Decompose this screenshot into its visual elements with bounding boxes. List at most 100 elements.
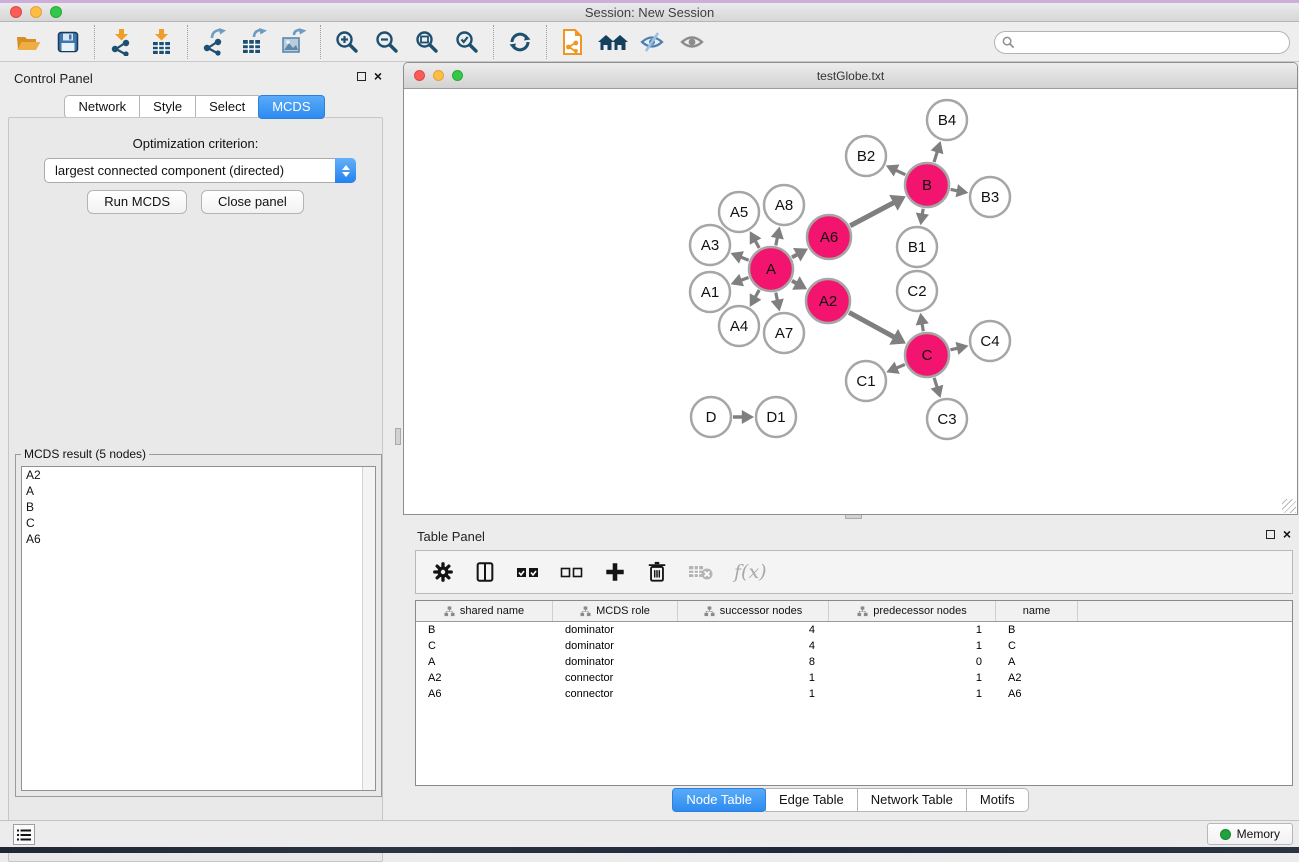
table-row[interactable]: A6connector11A6 bbox=[416, 686, 1292, 702]
graph-node-label: C1 bbox=[856, 373, 875, 390]
table-cell: dominator bbox=[553, 656, 678, 668]
tab-style[interactable]: Style bbox=[139, 95, 196, 119]
graph-node-label: D1 bbox=[766, 409, 785, 426]
table-panel-header: Table Panel × bbox=[403, 520, 1299, 550]
graph-node-label: B4 bbox=[938, 112, 956, 129]
node-table[interactable]: shared nameMCDS rolesuccessor nodesprede… bbox=[415, 600, 1293, 786]
table-cell: A6 bbox=[416, 688, 553, 700]
graph-arrowhead bbox=[771, 299, 784, 312]
unselect-all-columns-button[interactable] bbox=[560, 563, 584, 581]
network-frame-title: testGlobe.txt bbox=[404, 69, 1297, 83]
graph-arrowhead bbox=[771, 227, 784, 240]
criterion-dropdown[interactable]: largest connected component (directed) bbox=[44, 158, 356, 183]
result-item[interactable]: A6 bbox=[22, 531, 375, 547]
tree-icon bbox=[704, 606, 715, 617]
column-header-predecessor-nodes[interactable]: predecessor nodes bbox=[829, 601, 996, 621]
frame-resize-grip[interactable] bbox=[1282, 499, 1296, 513]
open-session-button[interactable] bbox=[8, 25, 48, 59]
show-details-button[interactable] bbox=[673, 25, 713, 59]
zoom-selected-button[interactable] bbox=[447, 25, 487, 59]
close-panel-button[interactable]: Close panel bbox=[201, 190, 304, 214]
tab-select[interactable]: Select bbox=[195, 95, 259, 119]
table-row[interactable]: Adominator80A bbox=[416, 654, 1292, 670]
graph-arrowhead bbox=[931, 385, 944, 398]
vertical-splitter-handle[interactable] bbox=[395, 428, 401, 445]
import-table-button[interactable] bbox=[141, 25, 181, 59]
graph-node-label: C3 bbox=[937, 411, 956, 428]
create-column-button[interactable] bbox=[604, 561, 626, 583]
home-button[interactable] bbox=[593, 25, 633, 59]
network-canvas[interactable]: B4B2BB3A8A5A6A3B1AA1C2A2A4A7C4CC1C3DD1 bbox=[404, 89, 1297, 514]
table-row[interactable]: A2connector11A2 bbox=[416, 670, 1292, 686]
result-item[interactable]: A2 bbox=[22, 467, 375, 483]
search-input[interactable] bbox=[1020, 36, 1289, 50]
network-graph[interactable]: B4B2BB3A8A5A6A3B1AA1C2A2A4A7C4CC1C3DD1 bbox=[404, 89, 1297, 514]
export-image-icon bbox=[280, 28, 308, 56]
export-table-icon bbox=[240, 28, 268, 56]
result-item[interactable]: C bbox=[22, 515, 375, 531]
table-settings-button[interactable] bbox=[432, 561, 454, 583]
select-all-columns-button[interactable] bbox=[516, 563, 540, 581]
hide-details-button[interactable] bbox=[633, 25, 673, 59]
save-session-button[interactable] bbox=[48, 25, 88, 59]
result-item[interactable]: A bbox=[22, 483, 375, 499]
close-panel-icon[interactable]: × bbox=[1283, 530, 1291, 539]
graph-arrowhead bbox=[931, 141, 944, 154]
delete-table-icon bbox=[688, 562, 714, 582]
memory-button[interactable]: Memory bbox=[1207, 823, 1293, 845]
export-network-icon bbox=[200, 28, 228, 56]
show-columns-button[interactable] bbox=[474, 561, 496, 583]
zoom-out-button[interactable] bbox=[367, 25, 407, 59]
export-network-button[interactable] bbox=[194, 25, 234, 59]
result-item[interactable]: B bbox=[22, 499, 375, 515]
tab-network[interactable]: Network bbox=[64, 95, 140, 119]
control-panel: Control Panel × NetworkStyleSelectMCDS O… bbox=[0, 62, 390, 810]
graph-edge-A6-B[interactable] bbox=[850, 202, 895, 226]
table-row[interactable]: Cdominator41C bbox=[416, 638, 1292, 654]
column-header-MCDS-role[interactable]: MCDS role bbox=[553, 601, 678, 621]
graph-arrowhead bbox=[916, 213, 929, 226]
table-cell: A6 bbox=[996, 688, 1078, 700]
export-image-button[interactable] bbox=[274, 25, 314, 59]
table-cell: 1 bbox=[678, 672, 829, 684]
import-network-button[interactable] bbox=[101, 25, 141, 59]
tab-network-table[interactable]: Network Table bbox=[857, 788, 967, 812]
mcds-result-list[interactable]: A2ABCA6 bbox=[21, 466, 376, 791]
tree-icon bbox=[857, 606, 868, 617]
column-header-name[interactable]: name bbox=[996, 601, 1078, 621]
column-header-successor-nodes[interactable]: successor nodes bbox=[678, 601, 829, 621]
new-network-from-file-button[interactable] bbox=[553, 25, 593, 59]
home-icon bbox=[597, 30, 629, 54]
tab-mcds[interactable]: MCDS bbox=[258, 95, 324, 119]
refresh-layout-button[interactable] bbox=[500, 25, 540, 59]
network-frame-titlebar[interactable]: testGlobe.txt bbox=[404, 63, 1297, 89]
control-panel-title: Control Panel bbox=[14, 71, 93, 86]
zoom-in-button[interactable] bbox=[327, 25, 367, 59]
graph-node-label: B2 bbox=[857, 148, 875, 165]
graph-arrowhead bbox=[956, 184, 969, 197]
table-row[interactable]: Bdominator41B bbox=[416, 622, 1292, 638]
run-mcds-button[interactable]: Run MCDS bbox=[87, 190, 187, 214]
export-table-button[interactable] bbox=[234, 25, 274, 59]
close-panel-icon[interactable]: × bbox=[374, 72, 382, 81]
search-field[interactable] bbox=[994, 31, 1290, 54]
delete-column-button[interactable] bbox=[646, 560, 668, 584]
column-header-shared-name[interactable]: shared name bbox=[416, 601, 553, 621]
graph-node-label: D bbox=[706, 409, 717, 426]
graph-node-label: A1 bbox=[701, 284, 719, 301]
tab-motifs[interactable]: Motifs bbox=[966, 788, 1029, 812]
zoom-fit-button[interactable] bbox=[407, 25, 447, 59]
function-builder-button: f(x) bbox=[734, 561, 767, 583]
graph-node-label: B3 bbox=[981, 189, 999, 206]
float-panel-icon[interactable] bbox=[1266, 530, 1275, 539]
graph-edge-A2-C[interactable] bbox=[849, 312, 895, 337]
zoom-fit-icon bbox=[414, 29, 440, 55]
table-panel-title: Table Panel bbox=[417, 529, 485, 544]
columns-icon bbox=[474, 561, 496, 583]
tab-edge-table[interactable]: Edge Table bbox=[765, 788, 858, 812]
task-history-button[interactable] bbox=[13, 824, 35, 845]
result-scrollbar[interactable] bbox=[362, 467, 375, 790]
graph-node-label: C2 bbox=[907, 283, 926, 300]
tab-node-table[interactable]: Node Table bbox=[672, 788, 766, 812]
float-panel-icon[interactable] bbox=[357, 72, 366, 81]
